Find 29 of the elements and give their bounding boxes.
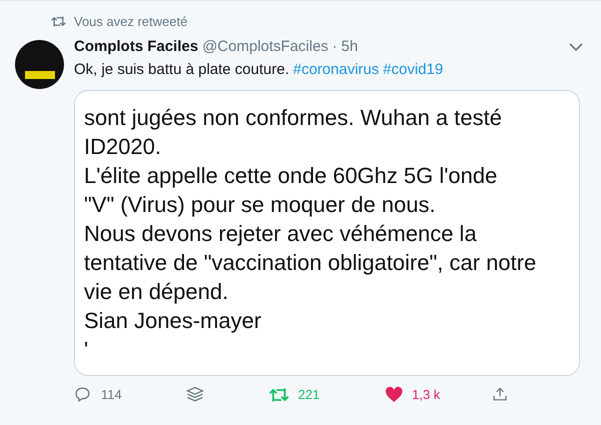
retweet-icon[interactable] <box>269 386 289 404</box>
chevron-down-icon[interactable] <box>569 42 583 51</box>
share-icon[interactable] <box>492 386 508 403</box>
image-text-line: ID2020. <box>84 132 162 160</box>
image-text-line: sont jugées non conformes. Wuhan a testé <box>84 104 503 132</box>
tweet-time[interactable]: 5h <box>341 36 358 58</box>
image-text-line: "V" (Virus) pour se moquer de nous. <box>84 190 436 218</box>
separator: · <box>332 36 338 56</box>
image-text-line: ' <box>84 336 90 364</box>
image-text-line: vie en dépend. <box>84 278 230 306</box>
author-handle[interactable]: @ComplotsFaciles <box>202 36 328 58</box>
image-text-line: L'élite appelle cette onde 60Ghz 5G l'onde <box>84 162 498 190</box>
reply-count: 114 <box>101 386 123 404</box>
text-screenshot[interactable] <box>74 90 580 376</box>
hashtag-link[interactable]: #coronavirus <box>293 59 380 82</box>
heart-icon[interactable] <box>385 386 403 403</box>
author-name[interactable]: Complots Faciles <box>74 36 198 58</box>
hashtag-link[interactable]: #covid19 <box>383 59 444 82</box>
layers-icon[interactable] <box>185 384 205 404</box>
tweet-text: Ok, je suis battu à plate couture. <box>74 60 290 80</box>
avatar <box>15 40 64 88</box>
retweet-icon <box>51 15 66 28</box>
reply-icon[interactable] <box>74 386 91 403</box>
image-text-line: Nous devons rejeter avec véhémence la <box>84 220 478 248</box>
like-count: 1,3 k <box>412 386 442 404</box>
retweet-count: 221 <box>298 386 321 404</box>
retweet-context: Vous avez retweeté <box>74 13 188 31</box>
image-text-line: tentative de "vaccination obligatoire", car notre <box>84 248 538 276</box>
image-text-line: Sian Jones-mayer <box>84 306 262 334</box>
